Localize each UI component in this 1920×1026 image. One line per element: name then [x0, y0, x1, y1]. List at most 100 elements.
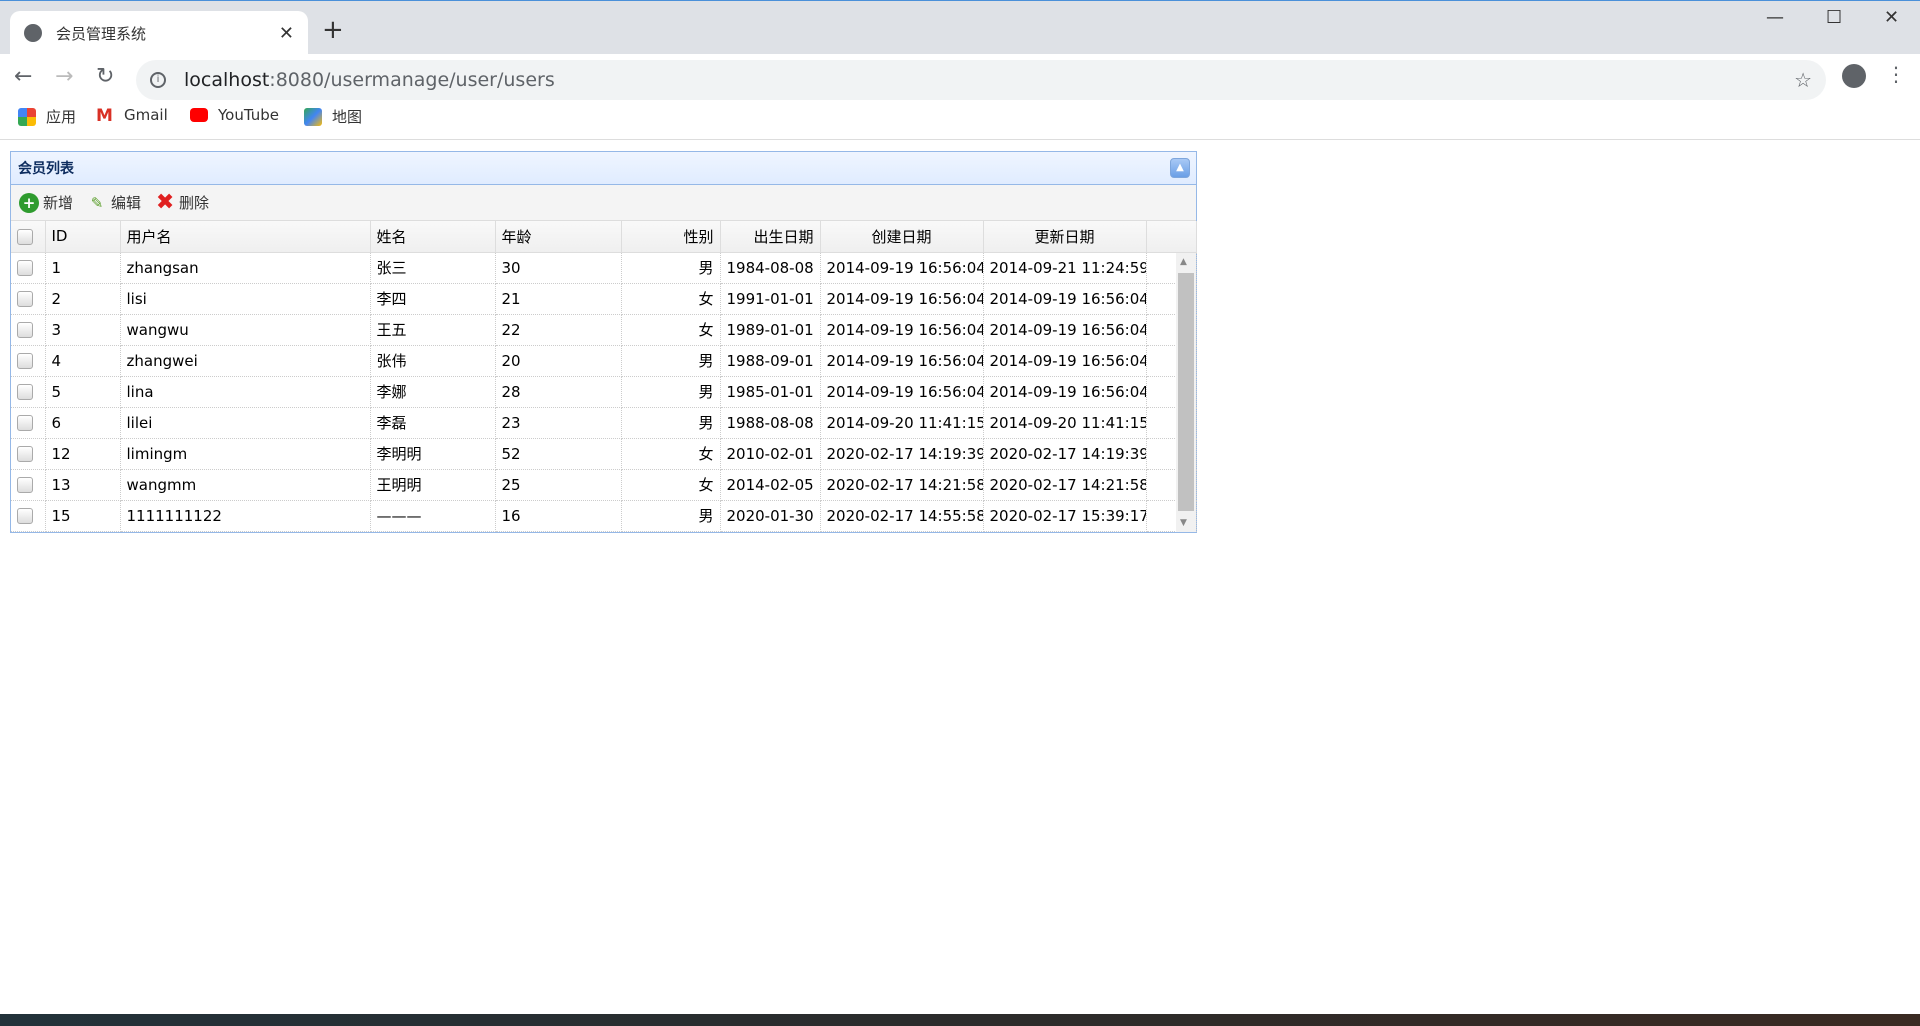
cell-id: 2 [45, 283, 121, 315]
bookmark-label: 应用 [46, 108, 77, 126]
table-row[interactable]: 2 lisi 李四 21 女 1991-01-01 2014-09-19 16:56:04 2… [11, 283, 1197, 315]
header-spacer [1146, 221, 1197, 253]
scroll-down-icon[interactable]: ▼ [1180, 518, 1187, 528]
star-icon[interactable]: ☆ [1794, 68, 1812, 92]
cell-username: 1111111122 [120, 500, 371, 532]
cell-id: 15 [45, 500, 121, 532]
url-path: :8080/usermanage/user/users [269, 69, 555, 91]
cell-name: 张伟 [370, 345, 496, 377]
address-bar[interactable]: i localhost:8080/usermanage/user/users ☆ [136, 60, 1826, 100]
grid-toolbar: + 新增 ✎ 编辑 ✖ 删除 [11, 185, 1196, 221]
col-age[interactable]: 年龄 [495, 221, 622, 253]
row-checkbox[interactable] [11, 469, 46, 501]
cell-username: lilei [120, 407, 371, 439]
maps-icon [304, 107, 322, 126]
col-created[interactable]: 创建日期 [820, 221, 984, 253]
bookmark-maps[interactable]: 地图 [304, 106, 362, 127]
col-birthday[interactable]: 出生日期 [720, 221, 821, 253]
row-checkbox[interactable] [11, 500, 46, 532]
cell-birthday: 1984-08-08 [720, 252, 821, 284]
youtube-icon [190, 108, 208, 122]
browser-tab[interactable]: 会员管理系统 ✕ [10, 11, 308, 55]
cell-name: 李娜 [370, 376, 496, 408]
select-all-checkbox[interactable] [11, 221, 46, 253]
cell-updated: 2020-02-17 14:21:58 [983, 469, 1147, 501]
cell-created: 2014-09-19 16:56:04 [820, 376, 984, 408]
row-checkbox[interactable] [11, 314, 46, 346]
apps-grid-icon [18, 107, 36, 126]
add-icon: + [19, 192, 39, 213]
reload-icon[interactable]: ↻ [96, 64, 114, 89]
cell-age: 23 [495, 407, 622, 439]
table-row[interactable]: 6 lilei 李磊 23 男 1988-08-08 2014-09-20 11:41:15… [11, 407, 1197, 439]
cell-id: 13 [45, 469, 121, 501]
cell-gender: 女 [621, 283, 721, 315]
bookmark-label: 地图 [332, 108, 363, 126]
close-tab-icon[interactable]: ✕ [279, 23, 294, 44]
profile-icon[interactable] [1842, 64, 1866, 88]
row-checkbox[interactable] [11, 407, 46, 439]
cell-birthday: 2020-01-30 [720, 500, 821, 532]
menu-icon[interactable]: ⋮ [1886, 62, 1906, 86]
tab-title: 会员管理系统 [56, 24, 147, 43]
delete-button[interactable]: ✖ 删除 [155, 190, 209, 215]
forward-icon[interactable]: → [55, 64, 73, 89]
scroll-up-icon[interactable]: ▲ [1180, 257, 1187, 267]
gmail-icon: M [96, 106, 113, 126]
scroll-thumb[interactable] [1178, 273, 1194, 511]
bookmark-apps[interactable]: 应用 [18, 106, 76, 127]
info-icon[interactable]: i [150, 72, 166, 88]
cell-id: 4 [45, 345, 121, 377]
cell-username: lisi [120, 283, 371, 315]
vertical-scrollbar[interactable]: ▲ ▼ [1176, 253, 1196, 532]
edit-label: 编辑 [111, 194, 142, 212]
cell-name: 王五 [370, 314, 496, 346]
cell-username: lina [120, 376, 371, 408]
add-label: 新增 [43, 194, 74, 212]
maximize-icon[interactable]: ☐ [1826, 7, 1842, 28]
minimize-icon[interactable]: — [1766, 7, 1784, 28]
row-checkbox[interactable] [11, 283, 46, 315]
cell-id: 6 [45, 407, 121, 439]
table-row[interactable]: 3 wangwu 王五 22 女 1989-01-01 2014-09-19 16:56:0… [11, 314, 1197, 346]
panel-header: 会员列表 [11, 152, 1196, 185]
new-tab-button[interactable]: + [322, 15, 344, 45]
close-window-icon[interactable]: ✕ [1884, 7, 1899, 28]
edit-button[interactable]: ✎ 编辑 [87, 192, 141, 213]
table-row[interactable]: 5 lina 李娜 28 男 1985-01-01 2014-09-19 16:56:04 2… [11, 376, 1197, 408]
row-checkbox[interactable] [11, 438, 46, 470]
row-checkbox[interactable] [11, 345, 46, 377]
collapse-icon[interactable]: ▲ [1170, 158, 1190, 178]
cell-updated: 2020-02-17 15:39:17 [983, 500, 1147, 532]
cell-created: 2014-09-20 11:41:15 [820, 407, 984, 439]
table-row[interactable]: 15 1111111122 ——— 16 男 2020-01-30 2020-02-17 1… [11, 500, 1197, 532]
bookmark-label: Gmail [124, 106, 168, 124]
cell-age: 21 [495, 283, 622, 315]
table-row[interactable]: 1 zhangsan 张三 30 男 1984-08-08 2014-09-19 16:56… [11, 252, 1197, 284]
bookmark-gmail[interactable]: M Gmail [96, 106, 168, 126]
col-username[interactable]: 用户名 [120, 221, 371, 253]
cell-name: 李明明 [370, 438, 496, 470]
cell-gender: 女 [621, 438, 721, 470]
table-row[interactable]: 13 wangmm 王明明 25 女 2014-02-05 2020-02-17 14:21… [11, 469, 1197, 501]
cell-gender: 男 [621, 376, 721, 408]
cell-id: 5 [45, 376, 121, 408]
cell-username: limingm [120, 438, 371, 470]
col-name[interactable]: 姓名 [370, 221, 496, 253]
table-row[interactable]: 4 zhangwei 张伟 20 男 1988-09-01 2014-09-19 16:56… [11, 345, 1197, 377]
cell-updated: 2014-09-21 11:24:59 [983, 252, 1147, 284]
col-id[interactable]: ID [45, 221, 121, 253]
cell-age: 28 [495, 376, 622, 408]
col-gender[interactable]: 性别 [621, 221, 721, 253]
cell-username: wangmm [120, 469, 371, 501]
table-row[interactable]: 12 limingm 李明明 52 女 2010-02-01 2020-02-17 14:1… [11, 438, 1197, 470]
cell-name: ——— [370, 500, 496, 532]
cell-id: 1 [45, 252, 121, 284]
row-checkbox[interactable] [11, 376, 46, 408]
row-checkbox[interactable] [11, 252, 46, 284]
back-icon[interactable]: ← [14, 64, 32, 89]
bookmark-youtube[interactable]: YouTube [190, 106, 279, 124]
col-updated[interactable]: 更新日期 [983, 221, 1147, 253]
cell-username: zhangwei [120, 345, 371, 377]
add-button[interactable]: + 新增 [19, 192, 73, 213]
